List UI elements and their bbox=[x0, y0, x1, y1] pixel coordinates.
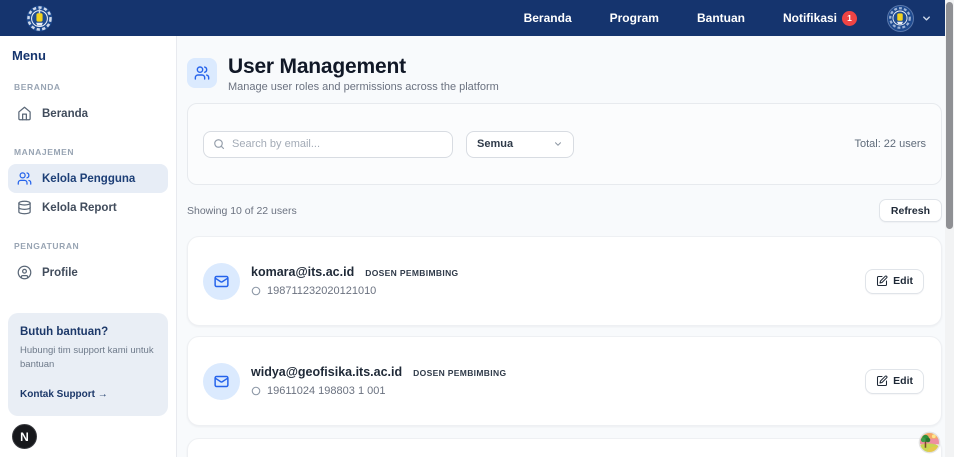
id-circle-icon bbox=[251, 386, 261, 396]
user-menu[interactable] bbox=[887, 4, 932, 32]
users-icon bbox=[17, 171, 32, 186]
list-meta: Showing 10 of 22 users Refresh bbox=[187, 199, 942, 222]
landscape-icon[interactable] bbox=[918, 431, 941, 454]
main-content: User Management Manage user roles and pe… bbox=[177, 36, 954, 457]
edit-label: Edit bbox=[893, 275, 913, 287]
notification-badge: 1 bbox=[842, 10, 857, 26]
section-label-pengaturan: PENGATURAN bbox=[14, 241, 80, 251]
help-box: Butuh bantuan? Hubungi tim support kami … bbox=[8, 313, 168, 416]
mail-icon bbox=[203, 362, 240, 400]
filter-card: Semua Total: 22 users bbox=[187, 103, 942, 185]
avatar[interactable] bbox=[887, 4, 914, 32]
help-title: Butuh bantuan? bbox=[20, 326, 109, 338]
sidebar-item-kelola-pengguna[interactable]: Kelola Pengguna bbox=[8, 164, 168, 193]
section-label-beranda: BERANDA bbox=[14, 82, 61, 92]
mail-icon bbox=[203, 262, 240, 300]
user-nip: 198711232020121010 bbox=[267, 285, 377, 297]
page-header: User Management Manage user roles and pe… bbox=[187, 55, 942, 94]
user-card bbox=[187, 438, 942, 457]
user-circle-icon bbox=[17, 265, 32, 280]
home-icon bbox=[17, 106, 32, 121]
notifikasi-label: Notifikasi bbox=[782, 11, 837, 25]
user-card: komara@its.ac.id DOSEN PEMBIMBING 198711… bbox=[187, 236, 942, 326]
its-logo[interactable] bbox=[26, 5, 53, 32]
nav-item-bantuan[interactable]: Bantuan bbox=[697, 11, 745, 25]
edit-label: Edit bbox=[893, 375, 913, 387]
sidebar: Menu BERANDA Beranda MANAJEMEN Kelola Pe… bbox=[0, 36, 177, 457]
total-users-label: Total: 22 users bbox=[854, 138, 926, 150]
user-nip: 19611024 198803 1 001 bbox=[267, 385, 386, 397]
top-navbar: Beranda Program Bantuan Notifikasi 1 bbox=[0, 0, 954, 36]
user-role-badge: DOSEN PEMBIMBING bbox=[413, 368, 507, 378]
help-text: Hubungi tim support kami untuk bantuan bbox=[20, 345, 154, 371]
showing-label: Showing 10 of 22 users bbox=[187, 204, 297, 217]
search-box bbox=[203, 130, 453, 158]
nav-item-beranda[interactable]: Beranda bbox=[524, 11, 572, 25]
sidebar-item-label: Beranda bbox=[42, 107, 89, 120]
search-input[interactable] bbox=[232, 138, 443, 150]
id-circle-icon bbox=[251, 286, 261, 296]
role-filter-select[interactable]: Semua bbox=[466, 130, 574, 158]
search-icon bbox=[213, 138, 225, 150]
user-email: komara@its.ac.id bbox=[251, 265, 355, 279]
user-info: komara@its.ac.id DOSEN PEMBIMBING 198711… bbox=[251, 265, 459, 297]
navbar-links: Beranda Program Bantuan Notifikasi 1 bbox=[524, 4, 932, 32]
sidebar-item-label: Kelola Pengguna bbox=[42, 172, 136, 185]
page-subtitle: Manage user roles and permissions across… bbox=[228, 81, 499, 94]
edit-button[interactable]: Edit bbox=[865, 268, 924, 294]
chevron-down-icon[interactable] bbox=[921, 13, 932, 24]
sidebar-item-label: Kelola Report bbox=[42, 201, 117, 214]
scrollbar-thumb[interactable] bbox=[946, 2, 953, 229]
contact-support-link[interactable]: Kontak Support → bbox=[20, 389, 108, 400]
nextjs-dev-badge[interactable]: N bbox=[12, 424, 37, 449]
sidebar-item-beranda[interactable]: Beranda bbox=[8, 99, 168, 128]
sidebar-item-kelola-report[interactable]: Kelola Report bbox=[8, 193, 168, 222]
nav-item-program[interactable]: Program bbox=[610, 11, 659, 25]
sidebar-item-profile[interactable]: Profile bbox=[8, 258, 168, 287]
database-icon bbox=[17, 200, 32, 215]
sidebar-title: Menu bbox=[12, 48, 46, 63]
user-management-icon bbox=[187, 58, 217, 88]
user-card: widya@geofisika.its.ac.id DOSEN PEMBIMBI… bbox=[187, 336, 942, 426]
chevron-down-icon bbox=[553, 139, 563, 149]
user-role-badge: DOSEN PEMBIMBING bbox=[365, 268, 459, 278]
nav-item-notifikasi[interactable]: Notifikasi 1 bbox=[782, 10, 857, 26]
edit-icon bbox=[876, 275, 888, 287]
user-email: widya@geofisika.its.ac.id bbox=[251, 365, 403, 379]
edit-button[interactable]: Edit bbox=[865, 368, 924, 394]
role-filter-value: Semua bbox=[477, 138, 514, 150]
user-info: widya@geofisika.its.ac.id DOSEN PEMBIMBI… bbox=[251, 365, 506, 397]
edit-icon bbox=[876, 375, 888, 387]
scrollbar-track bbox=[945, 0, 954, 457]
refresh-button[interactable]: Refresh bbox=[878, 199, 942, 222]
sidebar-item-label: Profile bbox=[42, 266, 78, 279]
page-title: User Management bbox=[228, 55, 406, 78]
section-label-manajemen: MANAJEMEN bbox=[14, 147, 75, 157]
